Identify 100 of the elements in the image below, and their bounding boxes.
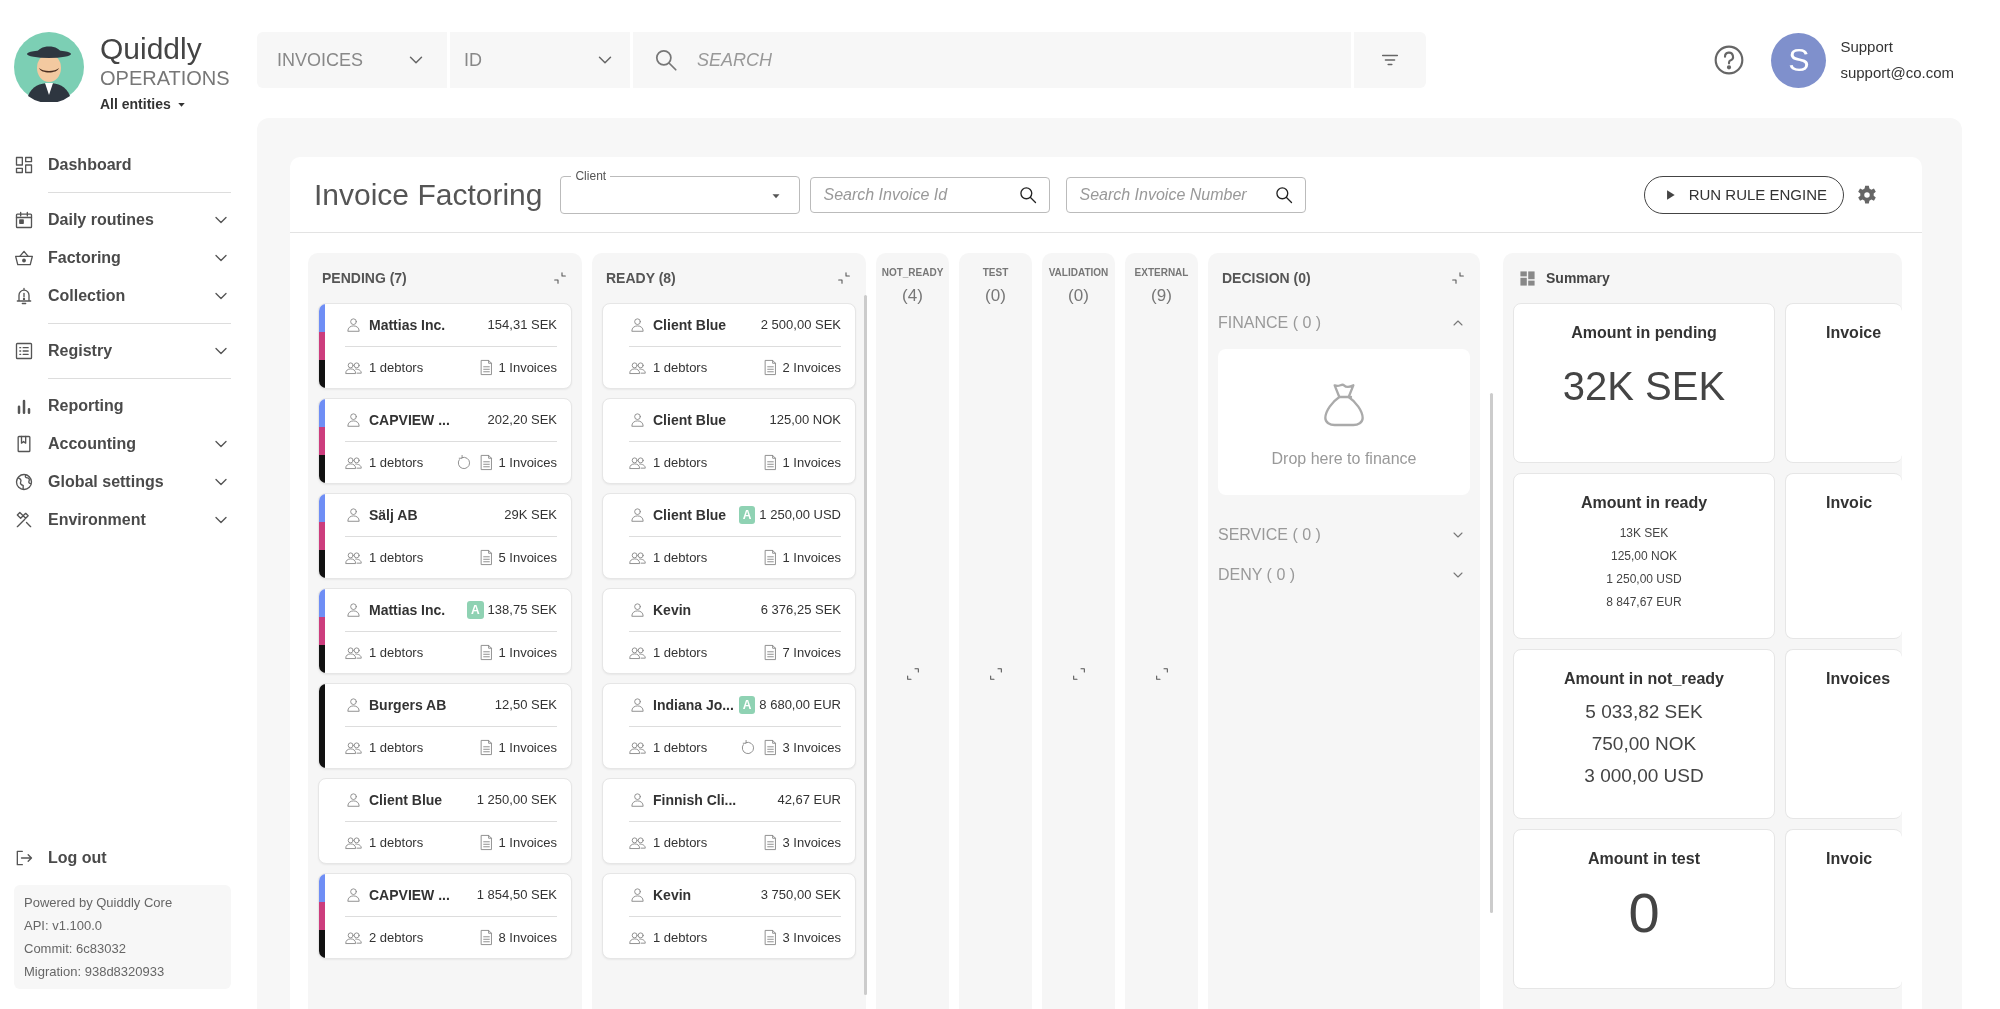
approval-badge: A xyxy=(738,505,756,524)
nav-item[interactable]: Environment xyxy=(14,501,231,539)
person-icon xyxy=(629,791,646,809)
nav-item[interactable]: Reporting xyxy=(14,387,231,425)
expand-column-button[interactable] xyxy=(904,666,921,682)
search-icon xyxy=(1274,184,1295,205)
debtor-count: 1 debtors xyxy=(653,644,709,660)
invoice-count: 1 Invoices xyxy=(498,644,557,660)
nav-item[interactable]: Collection xyxy=(14,277,231,315)
invoice-card[interactable]: CAPVIEW ... 1 854,50 SEK 2 debtors 8 Invoices xyxy=(318,873,572,959)
invoice-count: 1 Invoices xyxy=(498,739,557,755)
help-button[interactable] xyxy=(1713,44,1746,76)
approval-badge: A xyxy=(466,600,484,619)
debtor-count: 2 debtors xyxy=(369,929,425,945)
expand-column-button[interactable] xyxy=(1153,666,1170,682)
invoice-card[interactable]: Client Blue A 1 250,00 USD 1 debtors 1 Invoices xyxy=(602,493,856,579)
person-icon xyxy=(345,316,362,334)
invoice-count: 2 Invoices xyxy=(782,359,841,375)
invoice-amount: 29K SEK xyxy=(504,507,557,523)
invoice-count: 3 Invoices xyxy=(782,739,841,755)
invoice-card[interactable]: Mattias Inc. A 138,75 SEK 1 debtors 1 Invoices xyxy=(318,588,572,674)
collapse-icon xyxy=(836,270,852,286)
debtor-count: 1 debtors xyxy=(369,644,425,660)
summary-card-title: Amount in ready xyxy=(1580,494,1708,512)
expand-icon xyxy=(904,666,921,682)
globe-icon xyxy=(14,472,34,492)
help-icon xyxy=(1713,44,1746,76)
invoice-number-search-field[interactable]: Search Invoice Number xyxy=(1066,176,1307,213)
debtor-count: 1 debtors xyxy=(369,739,425,755)
nav-item[interactable]: Accounting xyxy=(14,425,231,463)
client-name: Client Blue xyxy=(653,411,728,428)
invoice-card[interactable]: CAPVIEW ... 202,20 SEK 1 debtors 1 Invoices xyxy=(318,398,572,484)
collapse-column-button[interactable] xyxy=(1450,270,1466,286)
expand-column-button[interactable] xyxy=(987,666,1004,682)
client-name: Finnish Cli... xyxy=(653,791,738,808)
global-search-field[interactable]: SEARCH xyxy=(633,32,1351,88)
invoice-card[interactable]: Client Blue 125,00 NOK 1 debtors 1 Invoices xyxy=(602,398,856,484)
list-icon xyxy=(14,341,34,361)
summary-value: 5 033,82 SEK xyxy=(1585,700,1703,724)
invoice-card[interactable]: Finnish Cli... 42,67 EUR 1 debtors 3 Invoices xyxy=(602,778,856,864)
nav-item[interactable]: Daily routines xyxy=(14,201,231,239)
summary-value: 3 000,00 USD xyxy=(1584,764,1704,788)
client-name: Indiana Jo... xyxy=(653,696,735,713)
invoice-amount: 1 250,00 USD xyxy=(759,507,841,523)
invoice-card[interactable]: Sälj AB 29K SEK 1 debtors 5 Invoices xyxy=(318,493,572,579)
column-title: DECISION (0) xyxy=(1222,270,1311,286)
invoice-amount: 2 500,00 SEK xyxy=(760,317,841,333)
invoice-count: 1 Invoices xyxy=(498,834,557,850)
invoice-card[interactable]: Kevin 3 750,00 SEK 1 debtors 3 Invoices xyxy=(602,873,856,959)
client-name: Client Blue xyxy=(653,506,728,523)
collapse-column-button[interactable] xyxy=(552,270,568,286)
client-name: Mattias Inc. xyxy=(369,601,447,618)
debtor-count: 1 debtors xyxy=(653,834,709,850)
invoice-amount: 154,31 SEK xyxy=(487,317,557,333)
person-icon xyxy=(345,506,362,524)
client-name: Kevin xyxy=(653,886,693,903)
nav-item[interactable]: Dashboard xyxy=(14,146,231,184)
invoice-card[interactable]: Kevin 6 376,25 SEK 1 debtors 7 Invoices xyxy=(602,588,856,674)
expand-column-button[interactable] xyxy=(1070,666,1087,682)
drop-zone-text: Drop here to finance xyxy=(1271,450,1417,468)
person-icon xyxy=(345,791,362,809)
invoice-count: 7 Invoices xyxy=(782,644,841,660)
nav-item[interactable]: Global settings xyxy=(14,463,231,501)
person-icon xyxy=(629,316,646,334)
invoice-amount: 1 250,00 SEK xyxy=(476,792,557,808)
user-avatar: S xyxy=(1771,32,1827,88)
collapse-column-button[interactable] xyxy=(836,270,852,286)
invoice-amount: 3 750,00 SEK xyxy=(760,887,841,903)
expand-icon xyxy=(1153,666,1170,682)
column-title: VALIDATION xyxy=(1048,267,1109,278)
search-icon xyxy=(1018,184,1039,205)
person-icon xyxy=(629,886,646,904)
invoice-card[interactable]: Burgers AB 12,50 SEK 1 debtors 1 Invoices xyxy=(318,683,572,769)
client-name: Kevin xyxy=(653,601,693,618)
invoice-amount: 1 854,50 SEK xyxy=(476,887,557,903)
debtor-count: 1 debtors xyxy=(369,834,425,850)
debtor-count: 1 debtors xyxy=(653,359,709,375)
invoice-count: 1 Invoices xyxy=(782,454,841,470)
settings-icon xyxy=(1856,183,1878,206)
invoice-count: 5 Invoices xyxy=(498,549,557,565)
invoice-card[interactable]: Mattias Inc. 154,31 SEK 1 debtors 1 Invoices xyxy=(318,303,572,389)
nav-item[interactable]: Factoring xyxy=(14,239,231,277)
debtor-count: 1 debtors xyxy=(653,929,709,945)
invoice-id-search-field[interactable]: Search Invoice Id xyxy=(810,176,1051,213)
summary-card-title: Invoices xyxy=(1826,670,1891,688)
expand-icon xyxy=(987,666,1004,682)
client-name: Client Blue xyxy=(369,791,444,808)
scrollbar[interactable] xyxy=(1490,393,1493,913)
settings-button[interactable] xyxy=(1856,183,1878,206)
client-name: CAPVIEW ... xyxy=(369,411,451,428)
nav-item[interactable]: Registry xyxy=(14,332,231,370)
logout-link[interactable]: Log out xyxy=(14,839,231,877)
invoice-card[interactable]: Client Blue 1 250,00 SEK 1 debtors 1 Invoices xyxy=(318,778,572,864)
invoice-card[interactable]: Indiana Jo... A 8 680,00 EUR 1 debtors 3 Invoices xyxy=(602,683,856,769)
scrollbar[interactable] xyxy=(864,295,867,995)
entity-selector[interactable]: All entities xyxy=(100,96,188,112)
version-info-text: Commit: 6c83032 xyxy=(24,940,127,958)
approval-badge: A xyxy=(738,695,756,714)
invoice-card[interactable]: Client Blue 2 500,00 SEK 1 debtors 2 Invoices xyxy=(602,303,856,389)
debtor-count: 1 debtors xyxy=(653,549,709,565)
